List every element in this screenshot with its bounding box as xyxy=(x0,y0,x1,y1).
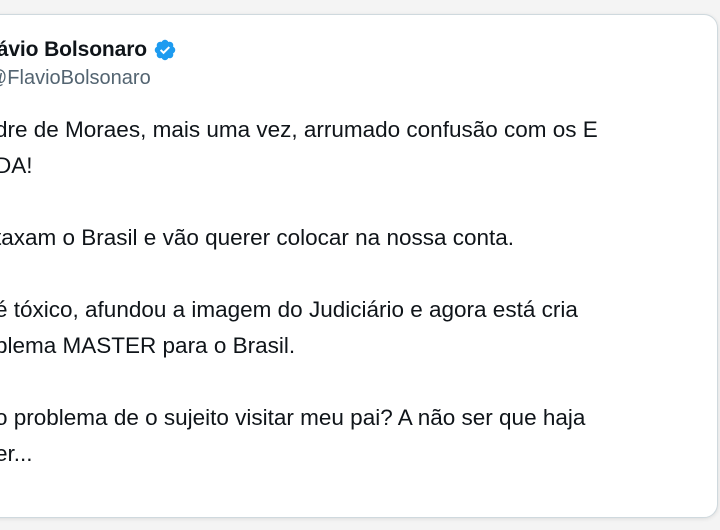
tweet-text: dre de Moraes, mais uma vez, arrumado co… xyxy=(0,112,598,472)
tweet-line: blema MASTER para o Brasil. xyxy=(0,333,296,358)
tweet-line: dre de Moraes, mais uma vez, arrumado co… xyxy=(0,117,598,142)
tweet-line xyxy=(0,256,598,292)
tweet-line: é tóxico, afundou a imagem do Judiciário… xyxy=(0,297,578,322)
verified-badge-icon xyxy=(153,38,177,62)
tweet-line: er... xyxy=(0,441,33,466)
tweet-line xyxy=(0,364,598,400)
tweet-line xyxy=(0,184,598,220)
tweet-line: DA! xyxy=(0,153,33,178)
tweet-line: o problema de o sujeito visitar meu pai?… xyxy=(0,405,586,430)
tweet-card: lávio Bolsonaro @FlavioBolsonaro dre de … xyxy=(0,14,718,518)
tweet-author[interactable]: lávio Bolsonaro @FlavioBolsonaro xyxy=(0,37,177,90)
author-display-name[interactable]: lávio Bolsonaro xyxy=(0,38,147,62)
author-name-row: lávio Bolsonaro xyxy=(0,37,177,63)
tweet-line: taxam o Brasil e vão querer colocar na n… xyxy=(0,225,515,250)
author-handle[interactable]: @FlavioBolsonaro xyxy=(0,67,177,90)
